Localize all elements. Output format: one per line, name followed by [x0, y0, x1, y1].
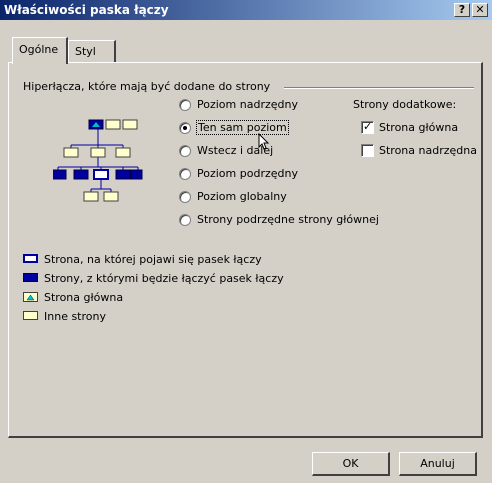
page-node-icon	[115, 147, 131, 158]
page-node-icon	[103, 191, 119, 202]
radio-back-next-circle[interactable]	[179, 145, 191, 157]
navigation-diagram	[53, 119, 143, 202]
radio-parent-level-label: Poziom nadrzędny	[197, 98, 298, 111]
tab-general[interactable]: Ogólne	[12, 37, 68, 64]
radio-global-level-circle[interactable]	[179, 191, 191, 203]
page-node-icon	[83, 191, 99, 202]
tab-general-label: Ogólne	[19, 43, 59, 56]
checkbox-parent-page-label: Strona nadrzędna	[379, 144, 477, 157]
radio-parent-level-circle[interactable]	[179, 99, 191, 111]
other-pages-icon	[23, 311, 38, 320]
radio-child-level-circle[interactable]	[179, 168, 191, 180]
cancel-button[interactable]: Anuluj	[399, 452, 477, 476]
legend-label: Strony, z którymi będzie łączyć pasek łą…	[44, 272, 284, 285]
tab-panel: Hiperłącza, które mają być dodane do str…	[8, 62, 483, 438]
radio-global-level-label: Poziom globalny	[197, 190, 287, 203]
tab-style[interactable]: Styl	[68, 40, 116, 62]
ok-button[interactable]: OK	[312, 452, 390, 476]
window-title: Właściwości paska łączy	[4, 3, 169, 17]
legend-label: Strona główna	[44, 291, 124, 304]
linked-page-node-icon	[73, 169, 89, 180]
radio-home-children-label: Strony podrzędne strony głównej	[197, 213, 379, 226]
linked-page-node-icon	[115, 169, 131, 180]
page-node-icon	[90, 147, 106, 158]
radio-same-level-label: Ten sam poziom	[196, 120, 289, 135]
legend-label: Strona, na której pojawi się pasek łączy	[44, 253, 262, 266]
page-node-icon	[105, 119, 121, 130]
page-node-icon	[122, 119, 138, 130]
linked-pages-icon	[23, 273, 38, 282]
linked-page-node-icon	[53, 169, 67, 180]
legend-label: Inne strony	[44, 310, 106, 323]
current-page-icon	[23, 254, 38, 263]
help-button[interactable]: ?	[454, 3, 470, 17]
linked-page-node-icon	[130, 169, 143, 180]
tab-style-label: Styl	[75, 45, 96, 58]
radio-child-level-label: Poziom podrzędny	[197, 167, 298, 180]
checkbox-home-page-box[interactable]: ✓	[361, 120, 374, 134]
checkbox-parent-page-box[interactable]	[361, 144, 374, 157]
radio-same-level-circle[interactable]	[179, 122, 191, 134]
checkbox-home-page-label: Strona główna	[379, 121, 459, 134]
close-button[interactable]: ✕	[472, 3, 488, 17]
extra-pages-label: Strony dodatkowe:	[353, 98, 457, 111]
mouse-cursor-icon	[258, 133, 270, 150]
page-node-icon	[63, 147, 79, 158]
radio-home-children-circle[interactable]	[179, 214, 191, 226]
title-bar[interactable]: Właściwości paska łączy ? ✕	[0, 0, 492, 20]
current-page-node-icon	[93, 169, 109, 180]
home-page-icon	[23, 292, 38, 302]
group-label: Hiperłącza, które mają być dodane do str…	[23, 80, 271, 93]
group-divider	[284, 87, 474, 89]
